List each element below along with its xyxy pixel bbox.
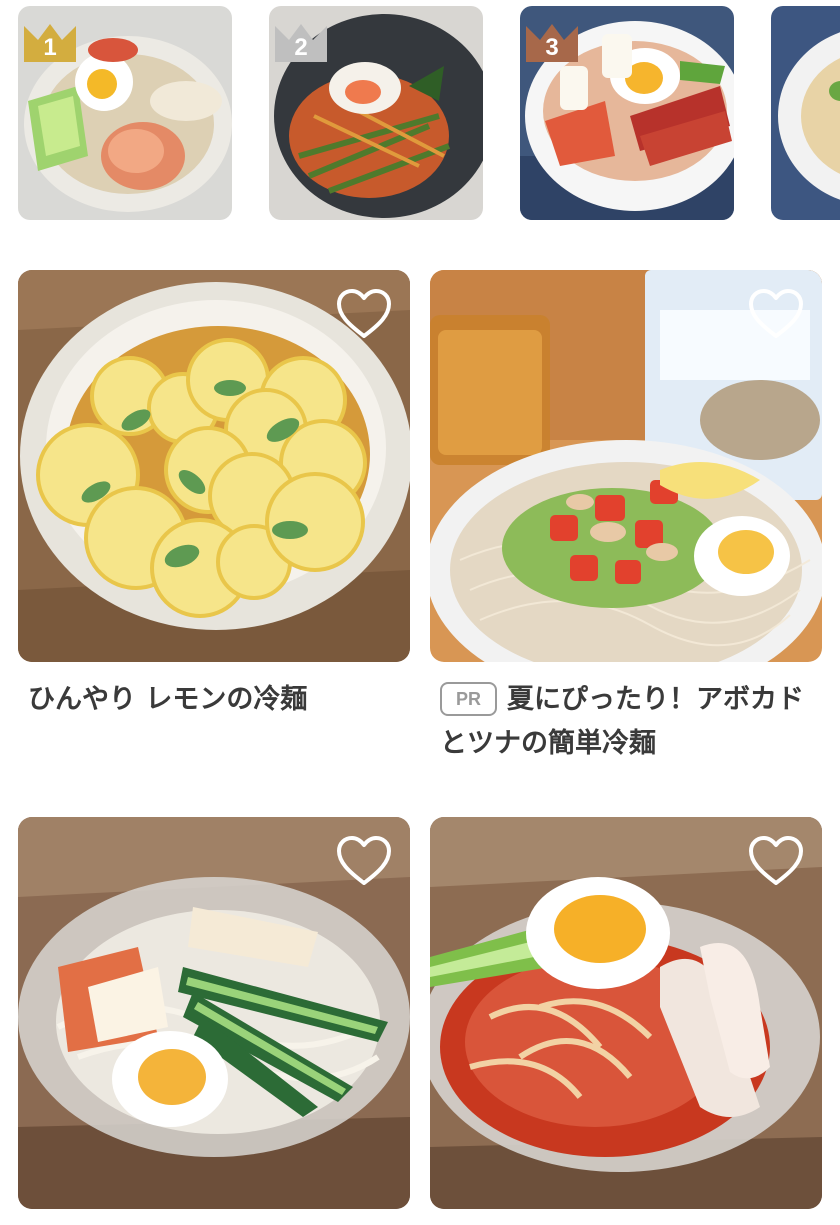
favorite-heart-icon[interactable]	[748, 288, 804, 340]
rank-crown-icon: 2	[273, 20, 329, 66]
rank-number: 1	[43, 34, 57, 61]
heart-outline	[749, 836, 803, 885]
recipe-title-text: ひんやり レモンの冷麺	[28, 684, 308, 715]
ranking-item-2[interactable]: 2	[269, 6, 483, 220]
recipe-card-lemon-naengmyeon[interactable]: ひんやり レモンの冷麺	[18, 270, 410, 722]
heart-outline	[337, 836, 391, 885]
recipe-card-avocado-tuna-naengmyeon[interactable]: PR 夏にぴったり！アボカドとツナの簡単冷麺	[430, 270, 822, 766]
rank-number: 3	[545, 34, 559, 61]
favorite-heart-icon[interactable]	[336, 835, 392, 887]
recipe-photo[interactable]	[18, 270, 410, 662]
recipe-photo[interactable]	[18, 817, 410, 1209]
favorite-heart-icon[interactable]	[336, 288, 392, 340]
heart-outline	[749, 289, 803, 338]
rank-number: 2	[294, 34, 308, 61]
recipe-photo	[771, 6, 840, 220]
favorite-heart-icon[interactable]	[748, 835, 804, 887]
ranking-carousel[interactable]: 1 2 3	[0, 0, 840, 230]
heart-outline	[337, 289, 391, 338]
recipe-photo[interactable]	[430, 270, 822, 662]
ranking-item-4[interactable]	[771, 6, 840, 220]
pr-badge: PR	[440, 682, 498, 716]
ranking-item-3[interactable]: 3	[520, 6, 734, 220]
recipe-photo[interactable]	[430, 817, 822, 1209]
rank-crown-icon: 1	[22, 20, 78, 66]
recipe-title[interactable]: ひんやり レモンの冷麺	[18, 678, 410, 722]
recipe-card-4[interactable]	[430, 817, 822, 1209]
rank-crown-icon: 3	[524, 20, 580, 66]
recipe-title[interactable]: PR 夏にぴったり！アボカドとツナの簡単冷麺	[430, 678, 822, 766]
ranking-item-1[interactable]: 1	[18, 6, 232, 220]
recipe-card-3[interactable]	[18, 817, 410, 1209]
